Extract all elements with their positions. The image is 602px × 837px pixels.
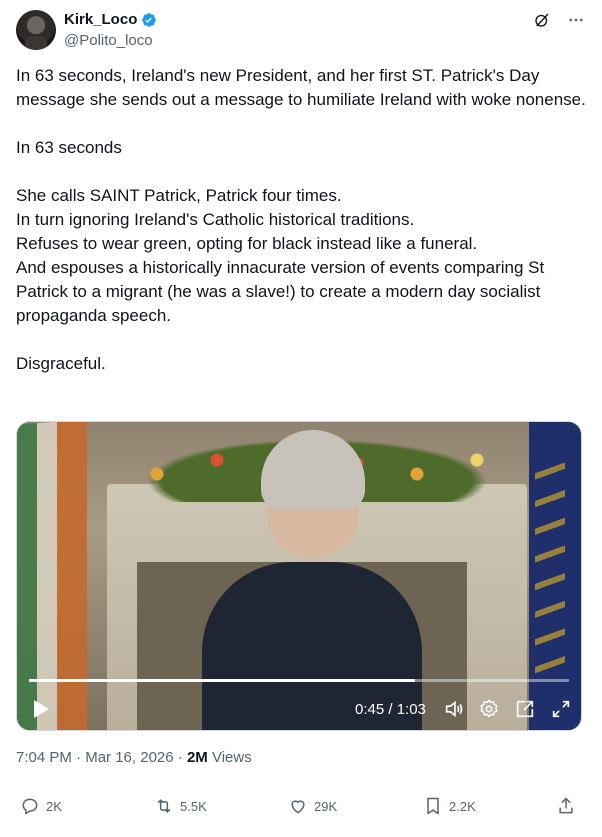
video-frame bbox=[17, 422, 581, 730]
header-actions bbox=[532, 10, 586, 30]
video-time-display: 0:45 / 1:03 bbox=[355, 701, 426, 718]
tweet-text: In 63 seconds, Ireland's new President, … bbox=[16, 64, 586, 376]
author-display-name[interactable]: Kirk_Loco bbox=[64, 10, 137, 30]
fullscreen-icon[interactable] bbox=[550, 698, 572, 720]
tweet-time[interactable]: 7:04 PM bbox=[16, 749, 72, 766]
tweet-paragraph: In 63 seconds, Ireland's new President, … bbox=[16, 66, 586, 109]
repost-button[interactable]: 5.5K bbox=[154, 796, 207, 816]
bookmark-count: 2.2K bbox=[449, 798, 476, 814]
like-count: 29K bbox=[314, 798, 338, 814]
repost-icon bbox=[157, 799, 171, 813]
video-progress-fill bbox=[29, 679, 415, 682]
views-count: 2M bbox=[186, 749, 208, 766]
author-handle[interactable]: @Polito_loco bbox=[64, 31, 153, 51]
tweet-meta: 7:04 PM · Mar 16, 2026 · 2M Views bbox=[16, 749, 252, 766]
presidential-flag bbox=[529, 422, 581, 730]
avatar[interactable] bbox=[16, 10, 56, 50]
video-progress-bar[interactable] bbox=[29, 679, 569, 682]
reply-count: 2K bbox=[46, 798, 62, 814]
video-controls: 0:45 / 1:03 bbox=[17, 692, 581, 728]
bookmark-button[interactable]: 2.2K bbox=[423, 796, 476, 816]
reply-icon bbox=[22, 798, 38, 815]
share-button[interactable] bbox=[556, 796, 576, 816]
tweet-paragraph: She calls SAINT Patrick, Patrick four ti… bbox=[16, 186, 545, 325]
views-label: Views bbox=[211, 749, 252, 766]
like-button[interactable]: 29K bbox=[288, 796, 337, 816]
video-player[interactable]: 0:45 / 1:03 bbox=[16, 421, 582, 731]
heart-icon bbox=[291, 800, 305, 814]
author-name-row: Kirk_Loco bbox=[64, 10, 157, 30]
tweet-header: Kirk_Loco @Polito_loco bbox=[16, 10, 586, 52]
repost-count: 5.5K bbox=[180, 798, 207, 814]
settings-icon[interactable] bbox=[478, 698, 500, 720]
volume-icon[interactable] bbox=[443, 698, 465, 720]
share-icon bbox=[559, 797, 573, 814]
bookmark-icon bbox=[427, 797, 439, 815]
tweet-paragraph: Disgraceful. bbox=[16, 354, 106, 373]
pip-icon[interactable] bbox=[514, 698, 536, 720]
tweet-paragraph: In 63 seconds bbox=[16, 138, 122, 157]
reply-button[interactable]: 2K bbox=[20, 796, 62, 816]
play-icon[interactable] bbox=[31, 698, 51, 720]
more-icon[interactable] bbox=[566, 10, 586, 30]
irish-flag bbox=[17, 422, 87, 730]
tweet-date[interactable]: Mar 16, 2026 bbox=[85, 749, 173, 766]
verified-badge-icon bbox=[141, 12, 157, 28]
tweet-actions: 2K 5.5K 29K 2.2K bbox=[16, 796, 586, 826]
grok-icon[interactable] bbox=[532, 10, 552, 30]
